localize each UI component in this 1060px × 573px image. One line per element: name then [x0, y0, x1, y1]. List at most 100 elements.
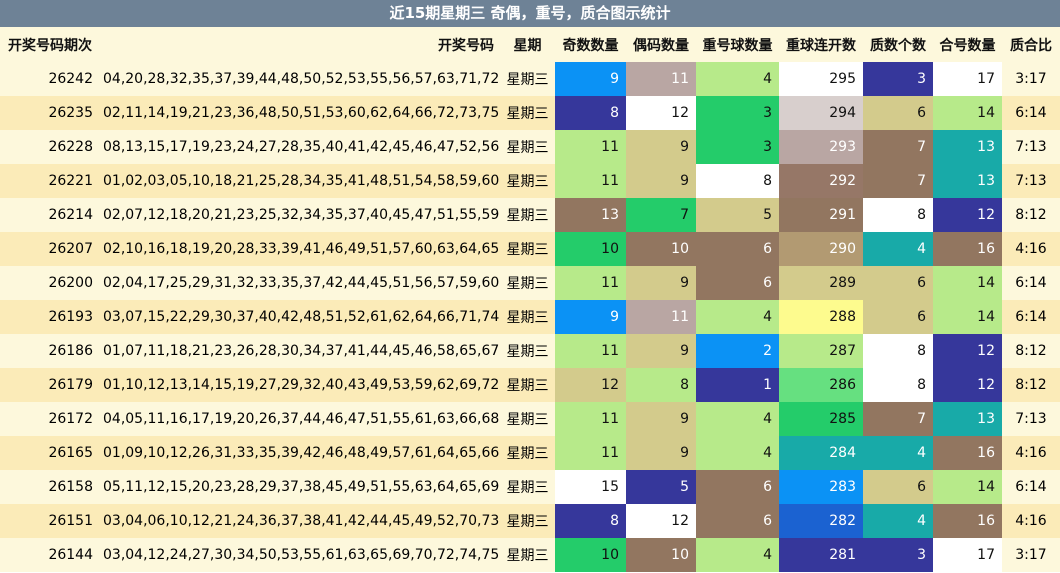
repeat-count-cell: 4: [696, 436, 779, 470]
ratio-cell: 8:12: [1015, 343, 1047, 359]
header-ratio: 质合比: [1010, 37, 1052, 54]
repeat-count-cell: 6: [696, 504, 779, 538]
odd-count-cell: 9: [555, 300, 626, 334]
repeat-streak-cell: 287: [779, 334, 863, 368]
prime-count-cell: 7: [863, 130, 933, 164]
weekday-cell: 星期三: [506, 310, 549, 326]
composite-count-cell: 12: [933, 334, 1002, 368]
weekday-cell: 星期三: [506, 514, 549, 530]
table-row: 26144 03,04,12,24,27,30,34,50,53,55,61,63…: [0, 538, 1060, 572]
odd-count-cell: 11: [555, 266, 626, 300]
repeat-count-cell: 2: [696, 334, 779, 368]
prime-count-cell: 8: [863, 334, 933, 368]
numbers-cell: 03,04,06,10,12,21,24,36,37,38,41,42,44,4…: [103, 513, 500, 529]
odd-count-cell: 11: [555, 402, 626, 436]
odd-count-cell: 10: [555, 232, 626, 266]
odd-count-cell: 11: [555, 436, 626, 470]
even-count-cell: 10: [626, 232, 696, 266]
ratio-cell: 4:16: [1015, 513, 1047, 529]
odd-count-cell: 10: [555, 538, 626, 572]
repeat-streak-cell: 282: [779, 504, 863, 538]
repeat-count-cell: 6: [696, 266, 779, 300]
even-count-cell: 11: [626, 300, 696, 334]
header-repeat-count: 重号球数量: [702, 37, 773, 54]
composite-count-cell: 16: [933, 232, 1002, 266]
ratio-cell: 8:12: [1015, 377, 1047, 393]
issue-cell: 26165: [48, 445, 93, 461]
table-row: 26158 05,11,12,15,20,23,28,29,37,38,45,49…: [0, 470, 1060, 504]
page-title: 近15期星期三 奇偶，重号，质合图示统计: [0, 0, 1060, 27]
repeat-count-cell: 3: [696, 130, 779, 164]
repeat-streak-cell: 283: [779, 470, 863, 504]
even-count-cell: 7: [626, 198, 696, 232]
issue-cell: 26193: [48, 309, 93, 325]
prime-count-cell: 8: [863, 198, 933, 232]
issue-cell: 26214: [48, 207, 93, 223]
even-count-cell: 9: [626, 402, 696, 436]
table-row: 26207 02,10,16,18,19,20,28,33,39,41,46,49…: [0, 232, 1060, 266]
ratio-cell: 7:13: [1015, 173, 1047, 189]
issue-cell: 26200: [48, 275, 93, 291]
repeat-streak-cell: 290: [779, 232, 863, 266]
even-count-cell: 9: [626, 164, 696, 198]
table-row: 26221 01,02,03,05,10,18,21,25,28,34,35,41…: [0, 164, 1060, 198]
composite-count-cell: 17: [933, 538, 1002, 572]
odd-count-cell: 12: [555, 368, 626, 402]
table-row: 26214 02,07,12,18,20,21,23,25,32,34,35,37…: [0, 198, 1060, 232]
even-count-cell: 9: [626, 130, 696, 164]
composite-count-cell: 16: [933, 436, 1002, 470]
prime-count-cell: 6: [863, 266, 933, 300]
odd-count-cell: 11: [555, 334, 626, 368]
issue-cell: 26207: [48, 241, 93, 257]
even-count-cell: 10: [626, 538, 696, 572]
repeat-count-cell: 5: [696, 198, 779, 232]
even-count-cell: 9: [626, 334, 696, 368]
prime-count-cell: 6: [863, 300, 933, 334]
odd-count-cell: 8: [555, 504, 626, 538]
weekday-cell: 星期三: [506, 106, 549, 122]
ratio-cell: 7:13: [1015, 139, 1047, 155]
numbers-cell: 01,09,10,12,26,31,33,35,39,42,46,48,49,5…: [103, 445, 500, 461]
weekday-cell: 星期三: [506, 548, 549, 564]
even-count-cell: 8: [626, 368, 696, 402]
composite-count-cell: 14: [933, 266, 1002, 300]
header-composite-count: 合号数量: [939, 37, 996, 54]
prime-count-cell: 7: [863, 164, 933, 198]
repeat-count-cell: 4: [696, 300, 779, 334]
ratio-cell: 4:16: [1015, 445, 1047, 461]
odd-count-cell: 8: [555, 96, 626, 130]
repeat-streak-cell: 284: [779, 436, 863, 470]
prime-count-cell: 6: [863, 96, 933, 130]
composite-count-cell: 13: [933, 402, 1002, 436]
weekday-cell: 星期三: [506, 412, 549, 428]
weekday-cell: 星期三: [506, 174, 549, 190]
numbers-cell: 04,20,28,32,35,37,39,44,48,50,52,53,55,5…: [103, 71, 500, 87]
table-row: 26179 01,10,12,13,14,15,19,27,29,32,40,43…: [0, 368, 1060, 402]
odd-count-cell: 9: [555, 62, 626, 96]
repeat-streak-cell: 289: [779, 266, 863, 300]
repeat-streak-cell: 281: [779, 538, 863, 572]
prime-count-cell: 7: [863, 402, 933, 436]
table-row: 26228 08,13,15,17,19,23,24,27,28,35,40,41…: [0, 130, 1060, 164]
header-weekday: 星期: [513, 37, 542, 54]
issue-cell: 26228: [48, 139, 93, 155]
numbers-cell: 03,04,12,24,27,30,34,50,53,55,61,63,65,6…: [103, 547, 500, 563]
repeat-streak-cell: 288: [779, 300, 863, 334]
table-row: 26242 04,20,28,32,35,37,39,44,48,50,52,53…: [0, 62, 1060, 96]
ratio-cell: 6:14: [1015, 479, 1047, 495]
prime-count-cell: 8: [863, 368, 933, 402]
numbers-cell: 02,07,12,18,20,21,23,25,32,34,35,37,40,4…: [103, 207, 500, 223]
prime-count-cell: 3: [863, 538, 933, 572]
even-count-cell: 9: [626, 266, 696, 300]
numbers-cell: 03,07,15,22,29,30,37,40,42,48,51,52,61,6…: [103, 309, 500, 325]
numbers-cell: 08,13,15,17,19,23,24,27,28,35,40,41,42,4…: [103, 139, 500, 155]
repeat-streak-cell: 292: [779, 164, 863, 198]
odd-count-cell: 15: [555, 470, 626, 504]
even-count-cell: 12: [626, 96, 696, 130]
table-header: 开奖号码期次 开奖号码 星期 奇数数量 偶码数量 重号球数量 重球连开数 质数个…: [0, 27, 1060, 62]
weekday-cell: 星期三: [506, 378, 549, 394]
weekday-cell: 星期三: [506, 276, 549, 292]
repeat-count-cell: 4: [696, 538, 779, 572]
header-odd-count: 奇数数量: [562, 37, 619, 54]
weekday-cell: 星期三: [506, 242, 549, 258]
